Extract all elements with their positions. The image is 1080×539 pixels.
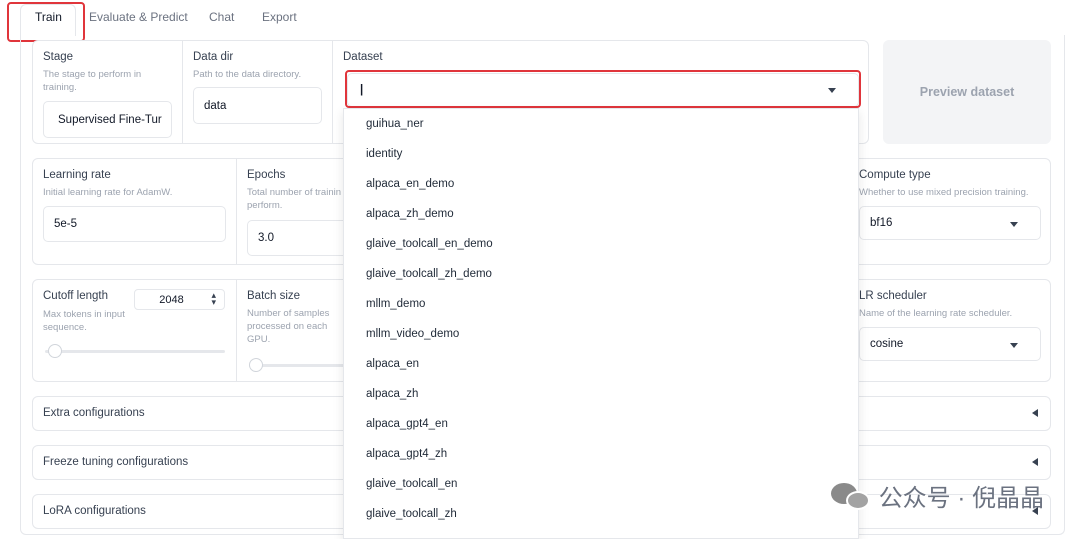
compute-type-select[interactable]: bf16 [859,206,1041,240]
lr-scheduler-field: LR scheduler Name of the learning rate s… [849,280,1052,381]
batch-size-slider-handle[interactable] [249,358,263,372]
learning-rate-info: Initial learning rate for AdamW. [43,187,173,198]
dataset-dropdown-list: guihua_ner identity alpaca_en_demo alpaca_z… [343,108,859,539]
chevron-down-icon [828,88,836,93]
dataset-option[interactable]: glaive_toolcall_zh_demo [344,259,858,289]
stage-label: Stage [43,51,74,63]
dataset-option[interactable]: mllm_video_demo [344,319,858,349]
dataset-option[interactable]: li [344,529,858,538]
stage-field: Stage The stage to perform in training. … [33,41,183,143]
batch-size-label: Batch size [247,290,301,302]
watermark-text: 公众号 · 倪晶晶 [878,485,1044,512]
epochs-label: Epochs [247,169,286,181]
collapse-arrow-icon [1032,409,1038,417]
dataset-option[interactable]: alpaca_gpt4_en [344,409,858,439]
accordion-label: Extra configurations [43,407,145,419]
data-dir-label: Data dir [193,51,234,63]
chevron-down-icon [1010,222,1018,227]
dataset-option[interactable]: mllm_demo [344,289,858,319]
dataset-option[interactable]: glaive_toolcall_zh [344,499,858,529]
dataset-label: Dataset [343,51,383,63]
dataset-option[interactable]: alpaca_en [344,349,858,379]
dataset-input-value: | [360,84,364,96]
dataset-option[interactable]: alpaca_gpt4_zh [344,439,858,469]
data-dir-field: Data dir Path to the data directory. dat… [183,41,333,143]
dataset-option[interactable]: alpaca_zh_demo [344,199,858,229]
stage-info: The stage to perform in training. [43,69,142,93]
cutoff-length-label: Cutoff length [43,290,109,302]
wechat-watermark: 公众号 · 倪晶晶 [830,478,1044,513]
compute-type-info: Whether to use mixed precision training. [859,187,1029,198]
cutoff-length-info: Max tokens in input sequence. [43,309,125,333]
lr-scheduler-label: LR scheduler [859,290,927,302]
dataset-option[interactable]: guihua_ner [344,109,858,139]
cutoff-length-field: Cutoff length Max tokens in input sequen… [33,280,237,381]
accordion-label: LoRA configurations [43,505,146,517]
dataset-option[interactable]: alpaca_zh [344,379,858,409]
compute-type-value: bf16 [870,217,893,229]
cutoff-length-slider[interactable] [45,344,225,358]
tab-bar: Train Evaluate & Predict Chat Export [0,0,1080,36]
cutoff-length-value: 2048 [159,293,184,306]
preview-dataset-button[interactable]: Preview dataset [883,40,1051,144]
lr-scheduler-value: cosine [870,338,904,350]
batch-size-slider[interactable] [249,358,349,372]
tab-export[interactable]: Export [262,10,297,24]
lr-scheduler-info: Name of the learning rate scheduler. [859,308,1013,319]
batch-size-field: Batch size Number of samples processed o… [237,280,349,381]
accordion-label: Freeze tuning configurations [43,456,189,468]
dataset-select[interactable]: | [347,73,859,107]
learning-rate-input[interactable]: 5e-5 [43,206,226,242]
epochs-field: Epochs Total number of trainin perform. … [237,159,367,264]
dataset-option[interactable]: glaive_toolcall_en_demo [344,229,858,259]
dataset-option[interactable]: identity [344,139,858,169]
stage-select[interactable]: Supervised Fine-Tur [43,101,172,138]
batch-size-info: Number of samples processed on each GPU. [247,308,330,345]
wechat-logo-icon [830,481,871,511]
tab-chat[interactable]: Chat [209,10,234,24]
stepper-arrows-icon[interactable]: ▴ ▾ [211,291,216,307]
collapse-arrow-icon [1032,458,1038,466]
epochs-info: Total number of trainin perform. [247,187,341,211]
learning-rate-label: Learning rate [43,169,111,181]
compute-type-field: Compute type Whether to use mixed precis… [849,159,1052,264]
chevron-down-icon [1010,343,1018,348]
data-dir-info: Path to the data directory. [193,69,302,80]
tab-evaluate-predict[interactable]: Evaluate & Predict [89,10,188,24]
lr-scheduler-select[interactable]: cosine [859,327,1041,361]
learning-rate-field: Learning rate Initial learning rate for … [33,159,237,264]
data-dir-input[interactable]: data [193,87,322,124]
cutoff-length-slider-handle[interactable] [48,344,63,358]
compute-type-label: Compute type [859,169,931,181]
dataset-option[interactable]: alpaca_en_demo [344,169,858,199]
dataset-option[interactable]: glaive_toolcall_en [344,469,858,499]
cutoff-length-number[interactable]: 2048 ▴ ▾ [134,289,225,310]
tab-train[interactable]: Train [35,10,62,24]
